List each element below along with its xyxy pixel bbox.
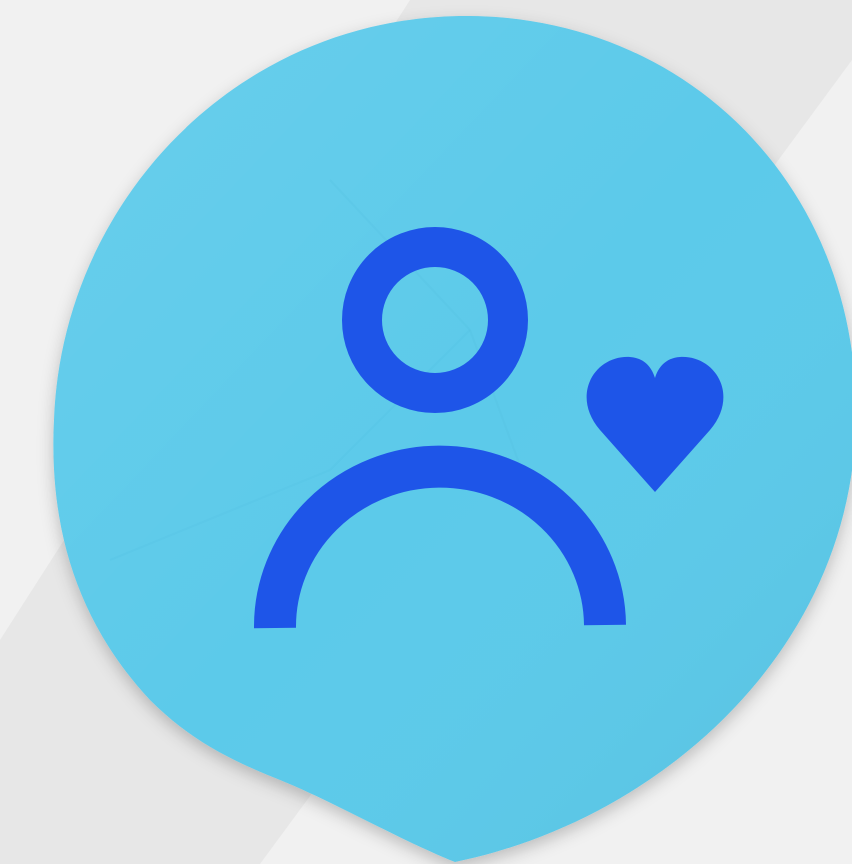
illustration-svg (0, 0, 852, 864)
sticker-illustration (0, 0, 852, 864)
